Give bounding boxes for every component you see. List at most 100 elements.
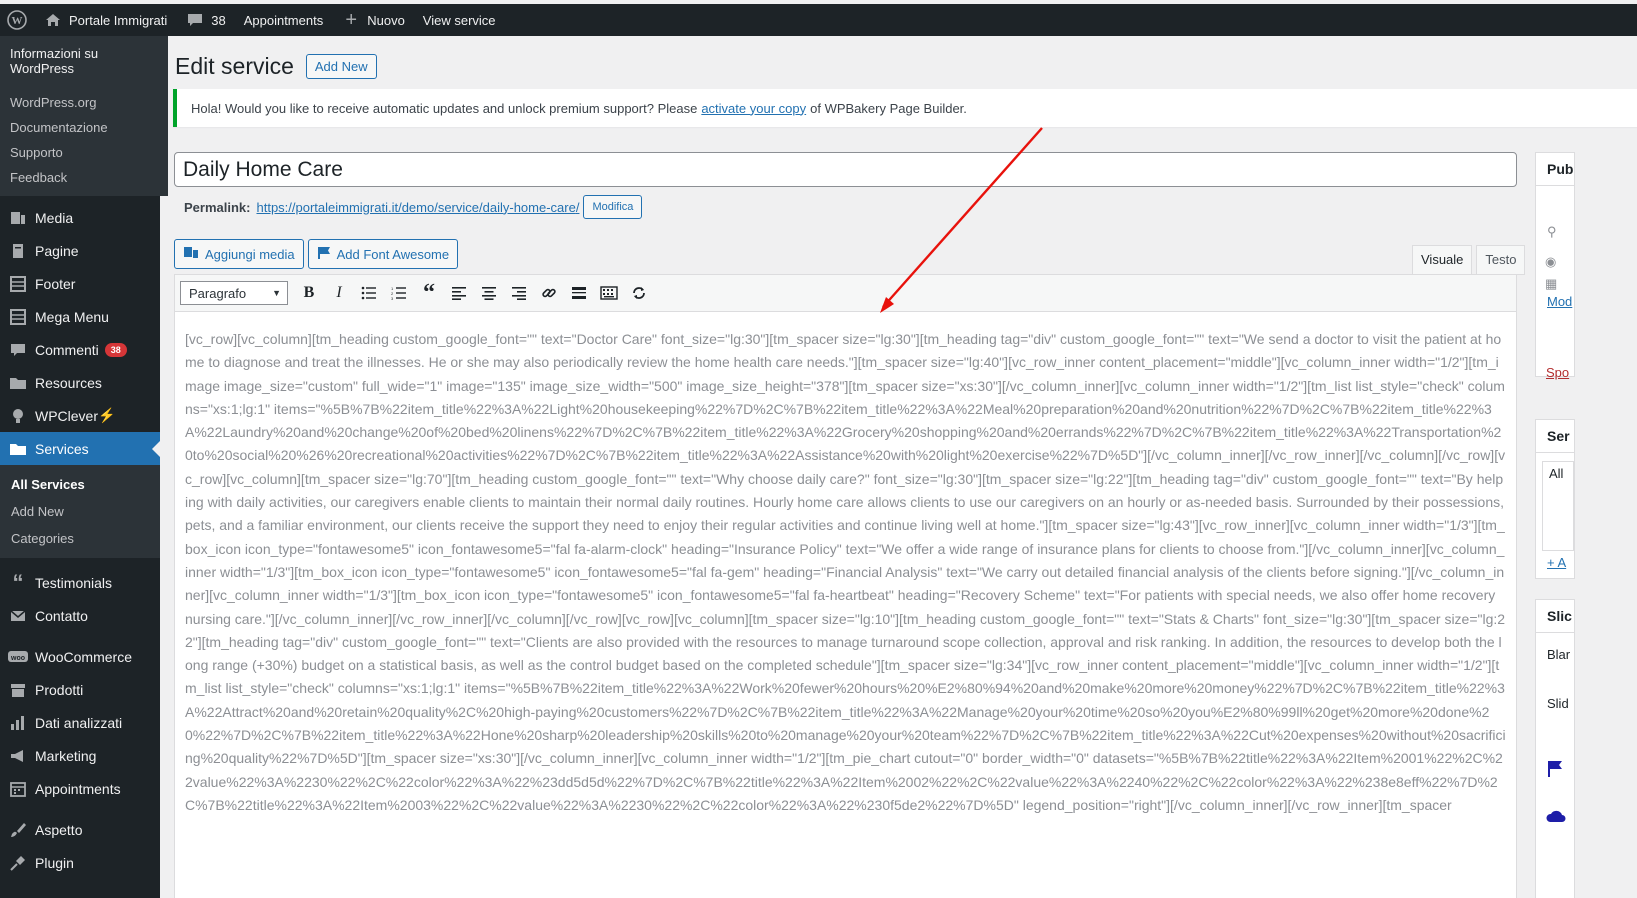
chart-icon: [8, 713, 28, 733]
sidebar-item-label: Aspetto: [35, 821, 83, 838]
sidebar-item-label: Appointments: [35, 780, 121, 797]
appointments-link[interactable]: Appointments: [235, 4, 333, 36]
editor-content[interactable]: [vc_row][vc_column][tm_heading custom_go…: [175, 312, 1516, 898]
add-media-icon: [183, 245, 199, 264]
sidebar-item-dati-analizzati[interactable]: Dati analizzati: [0, 706, 160, 739]
publish-modify-link[interactable]: Mod: [1536, 294, 1574, 309]
add-font-awesome-button[interactable]: Add Font Awesome: [307, 239, 459, 269]
toolbar-toggle-icon[interactable]: [594, 278, 624, 308]
wp-info-link-documentation[interactable]: Documentazione: [0, 115, 168, 140]
calendar-icon: ▦: [1545, 276, 1558, 291]
mega-menu-icon: [8, 307, 28, 327]
mail-icon: [8, 606, 28, 626]
move-to-trash-link[interactable]: Spo: [1535, 365, 1569, 380]
wp-info-link-support[interactable]: Supporto: [0, 140, 168, 165]
add-media-button[interactable]: Aggiungi media: [174, 239, 304, 269]
comments-count: 38: [211, 12, 226, 28]
comments-badge: 38: [104, 342, 127, 357]
sidebar-item-prodotti[interactable]: Prodotti: [0, 673, 160, 706]
notice-text-after: of WPBakery Page Builder.: [810, 100, 967, 116]
sidebar-item-label: WooCommerce: [35, 648, 132, 665]
sidebar-item-label: WPClever: [35, 407, 99, 424]
submenu-categories[interactable]: Categories: [0, 525, 160, 552]
comments-link[interactable]: 38: [176, 4, 234, 36]
edit-permalink-button[interactable]: Modifica: [583, 195, 643, 219]
publish-box-title[interactable]: Pub: [1536, 153, 1574, 186]
new-label: Nuovo: [367, 12, 405, 28]
activate-copy-link[interactable]: activate your copy: [701, 101, 806, 116]
add-font-awesome-label: Add Font Awesome: [336, 246, 450, 262]
sidebar-item-plugin[interactable]: Plugin: [0, 846, 160, 879]
bold-icon[interactable]: B: [294, 278, 324, 308]
submenu-all-services[interactable]: All Services: [0, 471, 160, 498]
permalink-end: /: [575, 199, 580, 215]
sidebar-item-wpclever[interactable]: WPClever ⚡: [0, 399, 160, 432]
link-icon[interactable]: [534, 278, 564, 308]
sidebar-item-comments[interactable]: Commenti 38: [0, 333, 160, 366]
align-center-icon[interactable]: [474, 278, 504, 308]
permalink-base: https://portaleimmigrati.it/demo/service…: [256, 199, 483, 215]
sidebar-item-mega-menu[interactable]: Mega Menu: [0, 300, 160, 333]
permalink-row: Permalink: https://portaleimmigrati.it/d…: [184, 195, 643, 219]
italic-icon[interactable]: I: [324, 278, 354, 308]
permalink-link[interactable]: https://portaleimmigrati.it/demo/service…: [256, 200, 579, 215]
wp-info-link-wordpress-org[interactable]: WordPress.org: [0, 90, 168, 115]
sidebar-item-media[interactable]: Media: [0, 201, 160, 234]
services-box-title[interactable]: Ser: [1536, 420, 1574, 453]
refresh-icon[interactable]: [624, 278, 654, 308]
post-title-input[interactable]: Daily Home Care: [174, 152, 1517, 187]
pages-icon: [8, 241, 28, 261]
wp-info-link-feedback[interactable]: Feedback: [0, 165, 168, 190]
align-right-icon[interactable]: [504, 278, 534, 308]
megaphone-icon: [8, 746, 28, 766]
sidebar-item-label: Services: [35, 440, 89, 457]
cloud-upload-icon: [1536, 810, 1574, 827]
editor-toolbar: Paragrafo ▼ B I 123 “: [175, 275, 1516, 312]
appointments-label: Appointments: [243, 12, 324, 28]
bullet-list-icon[interactable]: [354, 278, 384, 308]
view-service-link[interactable]: View service: [414, 4, 505, 36]
add-category-link[interactable]: + A: [1536, 555, 1574, 570]
align-left-icon[interactable]: [444, 278, 474, 308]
wp-info-heading[interactable]: Informazioni su WordPress: [0, 40, 168, 90]
sidebar-item-marketing[interactable]: Marketing: [0, 739, 160, 772]
site-name-link[interactable]: Portale Immigrati: [34, 4, 176, 36]
tab-visual[interactable]: Visuale: [1412, 245, 1473, 275]
read-more-icon[interactable]: [564, 278, 594, 308]
submenu-add-new[interactable]: Add New: [0, 498, 160, 525]
sidebar-item-appointments[interactable]: Appointments: [0, 772, 160, 805]
sidebar-item-contatto[interactable]: Contatto: [0, 599, 160, 632]
notice-text-before: Hola! Would you like to receive automati…: [191, 100, 698, 116]
numbered-list-icon[interactable]: 123: [384, 278, 414, 308]
home-icon: [43, 10, 63, 30]
blockquote-icon[interactable]: “: [414, 278, 444, 308]
sidebar-item-label: Testimonials: [35, 574, 113, 591]
new-content-menu[interactable]: + Nuovo: [332, 4, 414, 36]
eye-icon: ◉: [1545, 254, 1557, 269]
archive-icon: [8, 680, 28, 700]
wpbakery-notice: Hola! Would you like to receive automati…: [173, 89, 1637, 127]
calendar-icon: [8, 779, 28, 799]
tab-text[interactable]: Testo: [1476, 245, 1526, 275]
slider-slide-option: Slid: [1547, 696, 1569, 711]
sidebar-item-aspetto[interactable]: Aspetto: [0, 813, 160, 846]
page-header: Edit service Add New: [175, 53, 377, 80]
sidebar-item-testimonials[interactable]: “ Testimonials: [0, 566, 160, 599]
add-new-button[interactable]: Add New: [305, 54, 377, 79]
wordpress-logo-icon[interactable]: W: [0, 4, 34, 36]
sidebar-item-label: Commenti: [35, 341, 99, 358]
quote-icon: “: [12, 569, 24, 595]
sidebar-item-footer[interactable]: Footer: [0, 267, 160, 300]
sidebar-item-pages[interactable]: Pagine: [0, 234, 160, 267]
view-service-label: View service: [422, 12, 496, 28]
services-submenu: All Services Add New Categories: [0, 465, 160, 558]
sidebar-item-woocommerce[interactable]: woo WooCommerce: [0, 640, 160, 673]
lightning-icon: ⚡: [98, 407, 116, 423]
slider-box-title[interactable]: Slic: [1536, 600, 1574, 633]
sidebar-item-resources[interactable]: Resources: [0, 366, 160, 399]
format-select[interactable]: Paragrafo ▼: [180, 281, 288, 305]
plus-icon: +: [345, 8, 358, 31]
services-tab-all[interactable]: All: [1542, 461, 1574, 551]
bulb-icon: [8, 406, 28, 426]
sidebar-item-services[interactable]: Services: [0, 432, 160, 465]
